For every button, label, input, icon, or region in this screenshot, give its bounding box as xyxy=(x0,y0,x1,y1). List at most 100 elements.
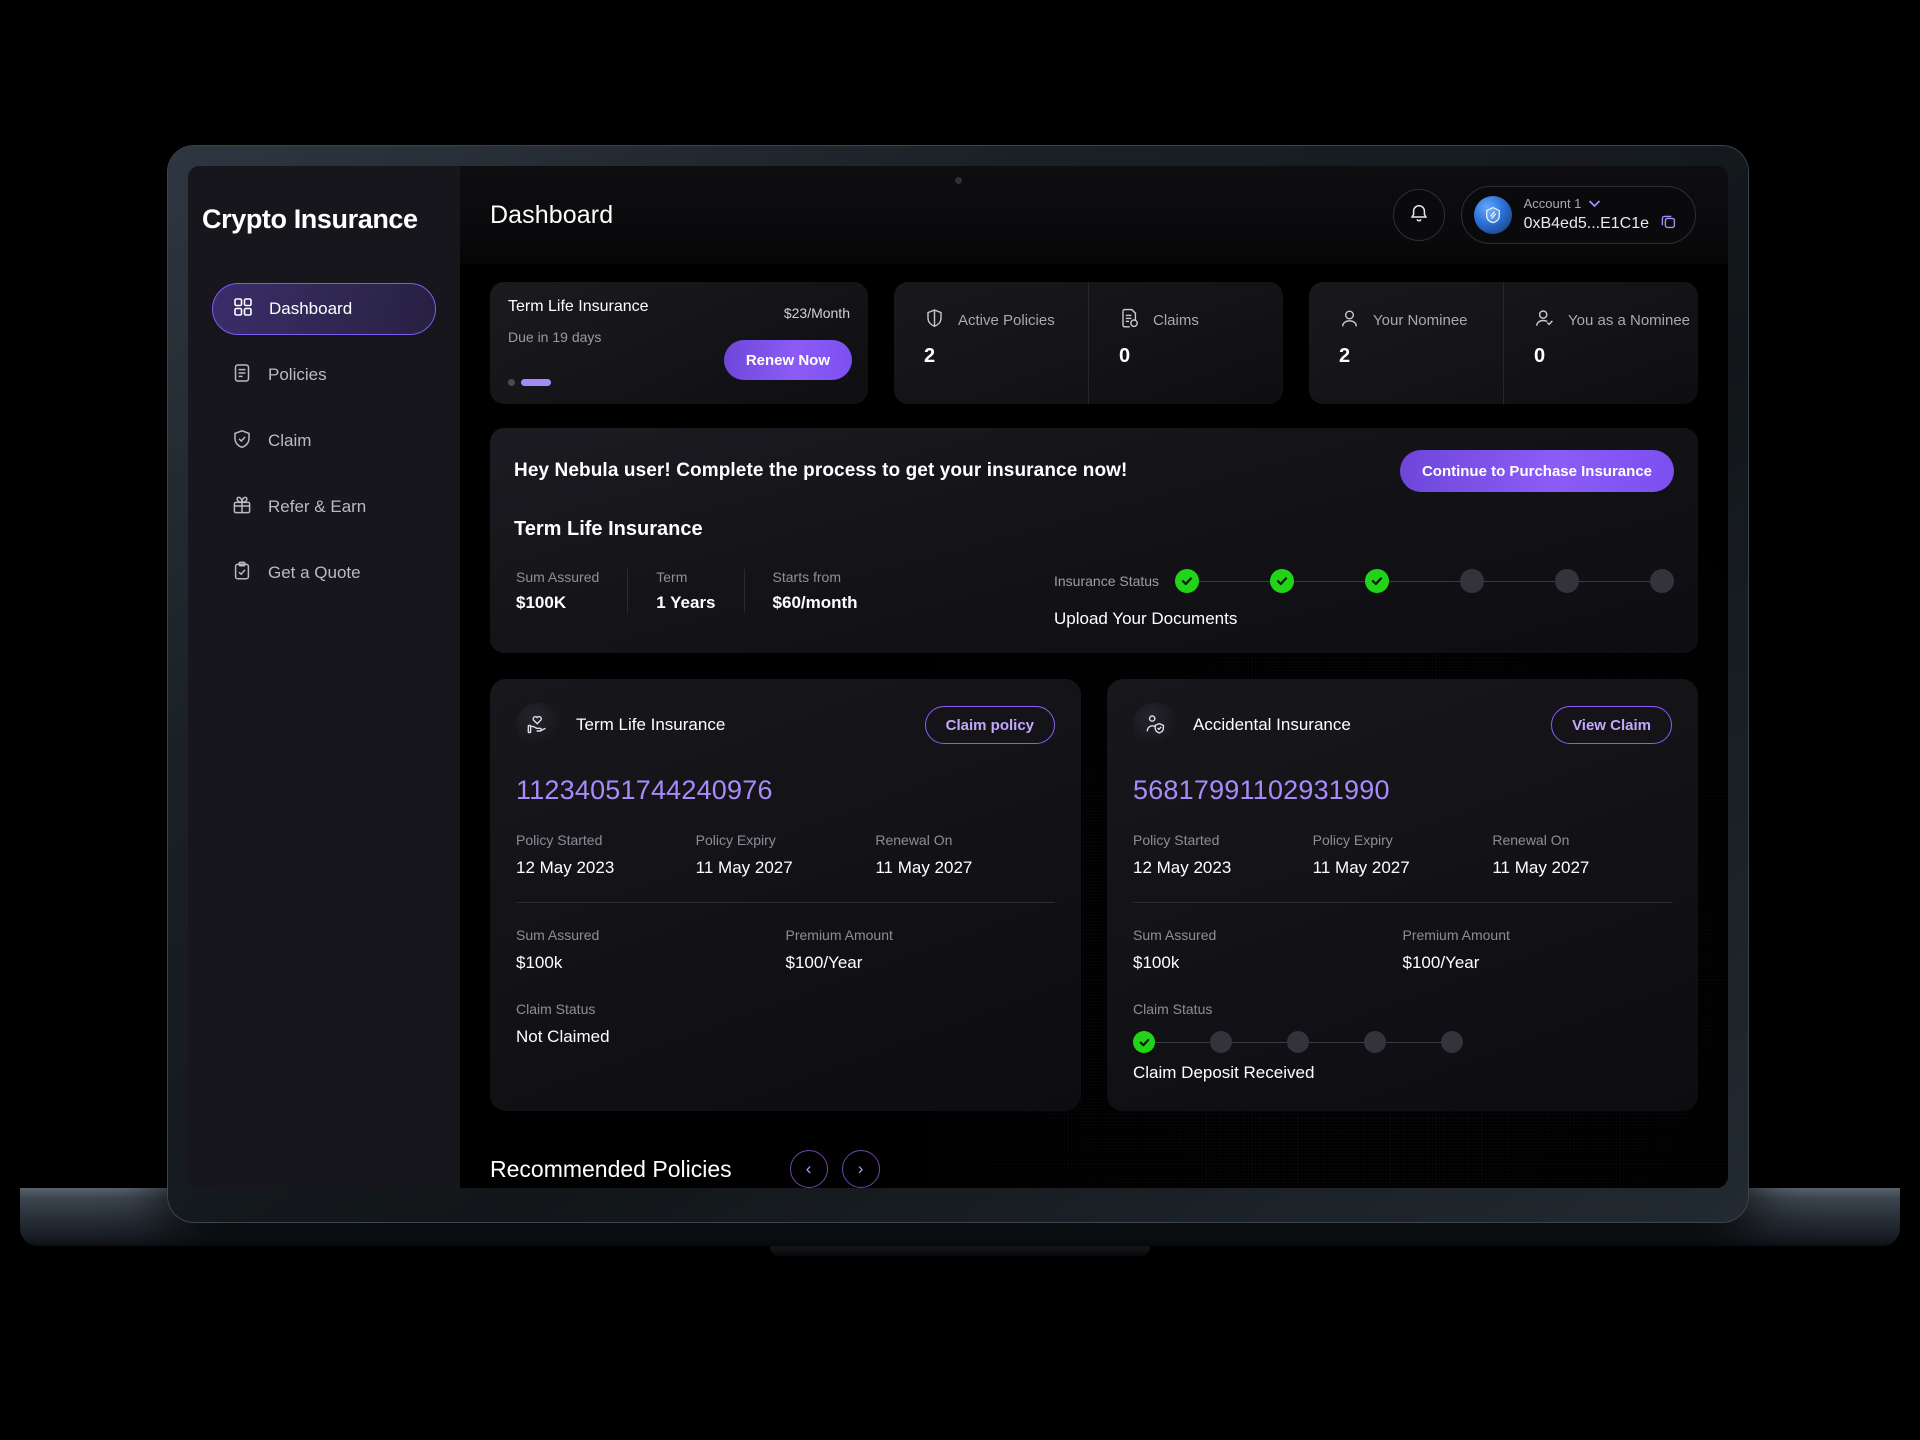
field-value: $100/Year xyxy=(1402,953,1480,972)
renew-now-button[interactable]: Renew Now xyxy=(723,340,852,380)
view-claim-button[interactable]: View Claim xyxy=(1551,706,1672,744)
page-title: Dashboard xyxy=(490,200,614,229)
stat-header: Active Policies xyxy=(924,308,1088,333)
sidebar-item-label: Refer & Earn xyxy=(268,497,367,516)
brand-title: Crypto Insurance xyxy=(202,204,418,234)
sidebar-item-get-a-quote[interactable]: Get a Quote xyxy=(212,547,436,599)
field-label: Renewal On xyxy=(1492,832,1570,848)
sidebar-item-label: Get a Quote xyxy=(268,563,361,582)
stat-value: 2 xyxy=(1339,345,1351,367)
policy-card-term-life: Term Life Insurance Claim policy 1123405… xyxy=(490,679,1081,1111)
sidebar-item-dashboard[interactable]: Dashboard xyxy=(212,283,436,335)
notifications-button[interactable] xyxy=(1392,189,1445,241)
claim-step xyxy=(1133,1031,1155,1053)
hand-heart-icon xyxy=(516,703,560,747)
policy-expiry: Policy Expiry 11 May 2027 xyxy=(1313,832,1493,878)
chevron-right-icon[interactable]: › xyxy=(841,1150,880,1188)
user-icon xyxy=(1339,308,1360,333)
shield-check-icon xyxy=(232,429,252,454)
field-label: Renewal On xyxy=(875,832,953,848)
carousel-dots[interactable] xyxy=(508,379,551,386)
field-value: $100/Year xyxy=(785,953,863,972)
step-connector xyxy=(1579,580,1650,582)
stat-active-policies: Active Policies 2 xyxy=(894,282,1088,404)
recommended-policies-section: Recommended Policies ‹ › xyxy=(460,1124,1728,1188)
carousel-dot-active[interactable] xyxy=(521,379,551,386)
stat-value: 0 xyxy=(1534,345,1546,367)
step-connector xyxy=(1199,580,1271,582)
chevron-left-icon[interactable]: ‹ xyxy=(789,1150,828,1188)
section-title: Recommended Policies xyxy=(490,1155,732,1182)
account-name-row: Account 1 xyxy=(1524,196,1677,211)
field-label: Policy Expiry xyxy=(1312,832,1393,848)
policy-number: 11234051744240976 xyxy=(516,775,773,805)
claim-policy-button[interactable]: Claim policy xyxy=(924,706,1055,744)
step-connector xyxy=(1389,580,1461,582)
fact-label: Term xyxy=(656,569,688,585)
nominee-card: Your Nominee 2 You as a Nominee 0 xyxy=(1309,282,1698,404)
renew-policy-card: Term Life Insurance $23/Month Due in 19 … xyxy=(490,282,868,404)
policy-renewal: Renewal On 11 May 2027 xyxy=(875,832,1055,878)
field-value: 11 May 2027 xyxy=(1312,858,1410,877)
field-label: Policy Expiry xyxy=(695,832,776,848)
topbar: Dashboard Account 1 0xB4ed5...E1C1e xyxy=(460,166,1728,264)
policy-started: Policy Started 12 May 2023 xyxy=(516,832,696,878)
claim-step xyxy=(1441,1031,1463,1053)
claim-step xyxy=(1364,1031,1386,1053)
stat-label: Your Nominee xyxy=(1373,312,1468,329)
policy-sum-assured: Sum Assured $100k xyxy=(516,927,786,973)
carousel-dot[interactable] xyxy=(508,379,515,386)
banner-header: Hey Nebula user! Complete the process to… xyxy=(514,450,1674,492)
person-shield-icon xyxy=(1133,703,1177,747)
sidebar-item-label: Dashboard xyxy=(269,299,353,318)
step-list xyxy=(1175,569,1674,593)
banner-body: Sum Assured $100K Term 1 Years Starts fr… xyxy=(514,569,1674,629)
account-address: 0xB4ed5...E1C1e xyxy=(1523,214,1649,232)
continue-to-purchase-insurance-button[interactable]: Continue to Purchase Insurance xyxy=(1399,450,1674,492)
user-check-icon xyxy=(1534,308,1555,333)
field-label: Policy Started xyxy=(516,832,603,848)
divider xyxy=(1133,902,1672,903)
chevron-down-icon[interactable] xyxy=(1588,196,1601,211)
scene-background: Crypto Insurance Dashboard Policies Clai… xyxy=(0,0,1920,1440)
sidebar-item-refer-and-earn[interactable]: Refer & Earn xyxy=(212,481,436,533)
stat-label: You as a Nominee xyxy=(1568,312,1691,329)
account-chip[interactable]: Account 1 0xB4ed5...E1C1e xyxy=(1460,186,1696,244)
sidebar: Crypto Insurance Dashboard Policies Clai… xyxy=(188,166,460,1188)
policy-card-row: Term Life Insurance Claim policy 1123405… xyxy=(490,679,1698,1111)
stat-header: Claims xyxy=(1119,308,1283,333)
divider xyxy=(516,902,1055,903)
field-label: Premium Amount xyxy=(785,927,893,943)
insurance-step xyxy=(1460,569,1485,593)
sidebar-item-claim[interactable]: Claim xyxy=(212,415,436,467)
stat-header: You as a Nominee xyxy=(1534,308,1698,333)
step-connector xyxy=(1386,1041,1441,1043)
field-value: 12 May 2023 xyxy=(1133,858,1232,877)
account-name: Account 1 xyxy=(1523,195,1582,211)
document-icon xyxy=(232,363,252,388)
fact-value: 1 Years xyxy=(656,593,716,612)
policy-claim-status: Claim Status Claim Deposit Received xyxy=(1133,1001,1672,1083)
policy-dates: Policy Started 12 May 2023 Policy Expiry… xyxy=(516,832,1055,878)
policy-premium-amount: Premium Amount $100/Year xyxy=(1403,927,1673,973)
copy-icon[interactable] xyxy=(1660,213,1677,235)
policy-amounts: Sum Assured $100k Premium Amount $100/Ye… xyxy=(516,927,1055,973)
field-value: Claim Deposit Received xyxy=(1133,1063,1315,1082)
policy-card-identity: Term Life Insurance xyxy=(516,703,725,747)
insurance-status-label: Insurance Status xyxy=(1054,573,1160,589)
fact-sum-assured: Sum Assured $100K xyxy=(514,569,627,613)
sidebar-item-policies[interactable]: Policies xyxy=(212,349,436,401)
field-label: Claim Status xyxy=(516,1001,596,1017)
banner-headline: Hey Nebula user! Complete the process to… xyxy=(514,460,1128,481)
content-scroll-area: Term Life Insurance $23/Month Due in 19 … xyxy=(460,264,1728,1124)
field-value: $100k xyxy=(1133,953,1180,972)
laptop-base-foot xyxy=(770,1246,1150,1256)
stat-claims: Claims 0 xyxy=(1088,282,1283,404)
policy-claim-status: Claim Status Not Claimed xyxy=(516,1001,1055,1047)
insurance-status-steps: Insurance Status xyxy=(1054,569,1674,593)
field-value: $100k xyxy=(516,953,563,972)
app-window: Crypto Insurance Dashboard Policies Clai… xyxy=(188,166,1728,1188)
policy-name: Accidental Insurance xyxy=(1193,715,1351,734)
stat-header: Your Nominee xyxy=(1339,308,1503,333)
field-value: 12 May 2023 xyxy=(516,858,615,877)
